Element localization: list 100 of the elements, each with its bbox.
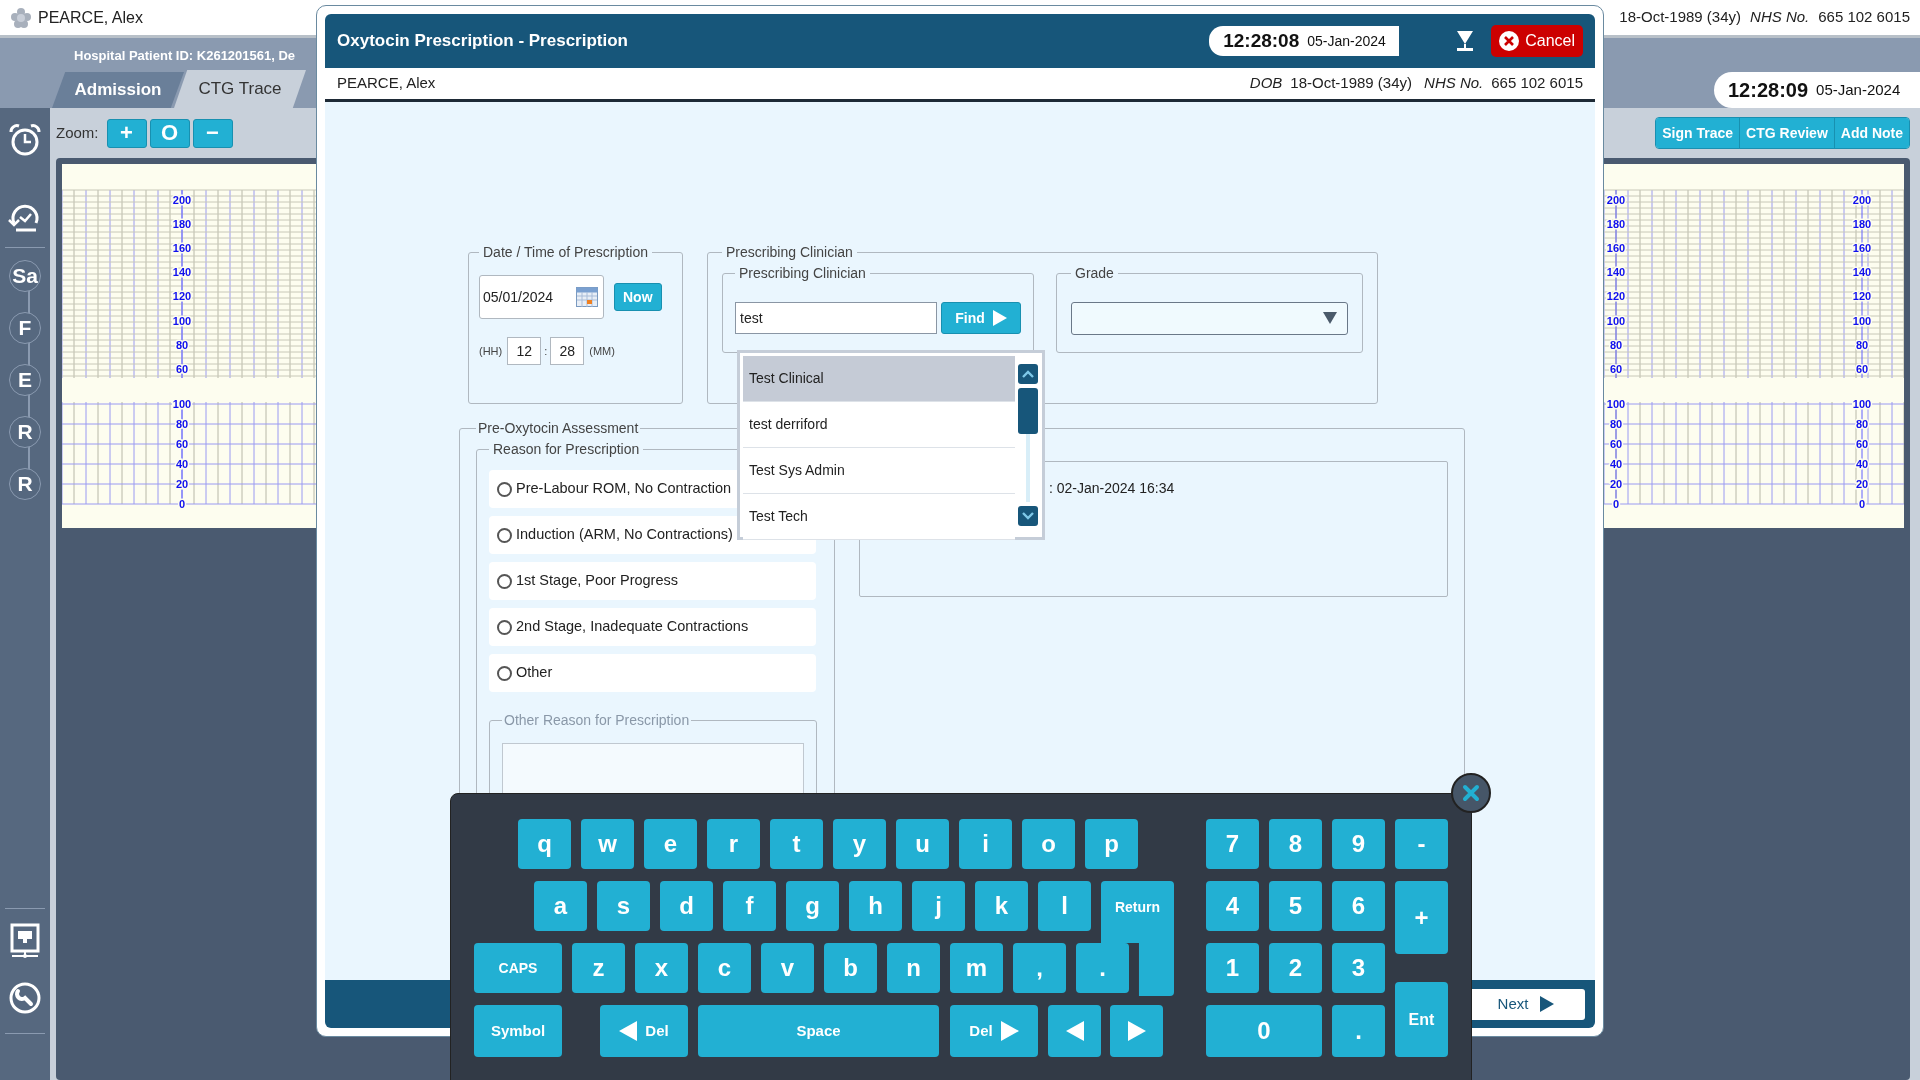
chevron-down-icon [1022,512,1034,520]
key[interactable]: 1 [1206,943,1259,993]
section-marker[interactable]: Sa [9,260,41,292]
now-button[interactable]: Now [614,283,662,311]
trace-action-button[interactable]: Add Note [1833,118,1909,148]
date-field[interactable]: 05/01/2024 [479,275,604,319]
hour-label: (HH) [479,343,503,359]
key[interactable]: u [896,819,949,869]
zoom-button[interactable]: O [149,118,190,148]
clinician-search-field[interactable]: test [735,302,937,334]
trace-action-button[interactable]: CTG Review [1739,118,1834,148]
key[interactable]: z [572,943,625,993]
list-item[interactable]: Test Clinical [743,356,1015,402]
cancel-button[interactable]: Cancel [1491,25,1583,57]
tab[interactable]: Admission [52,72,184,108]
grade-dropdown[interactable] [1071,301,1348,335]
left-arrow-key[interactable] [1048,1005,1101,1057]
monitor-icon[interactable] [10,923,40,959]
key[interactable]: c [698,943,751,993]
axis-label: 40 [175,458,189,470]
section-marker[interactable]: R [9,468,41,500]
option-label: 1st Stage, Poor Progress [516,571,678,591]
hourglass-icon[interactable] [1455,30,1476,52]
radio-icon[interactable] [497,527,512,543]
key[interactable]: 2 [1269,943,1322,993]
key[interactable]: r [707,819,760,869]
axis-label: 60 [1609,438,1623,450]
play-icon [1540,996,1555,1012]
zoom-button[interactable]: + [106,118,147,148]
key[interactable]: f [723,881,776,931]
key[interactable]: v [761,943,814,993]
find-button[interactable]: Find [941,302,1021,334]
axis-label: 140 [172,266,192,279]
key[interactable]: 8 [1269,819,1322,869]
key[interactable]: + [1395,881,1448,954]
key[interactable]: 6 [1332,881,1385,931]
key[interactable]: g [786,881,839,931]
radio-icon[interactable] [497,619,512,635]
key[interactable]: d [660,881,713,931]
key[interactable]: - [1395,819,1448,869]
key[interactable]: . [1332,1005,1385,1057]
right-arrow-key[interactable] [1110,1005,1163,1057]
radio-option[interactable]: 1st Stage, Poor Progress [489,562,816,600]
key[interactable]: n [887,943,940,993]
radio-icon[interactable] [497,665,512,681]
key[interactable]: 7 [1206,819,1259,869]
zoom-label: Zoom: [56,122,99,143]
key[interactable]: 3 [1332,943,1385,993]
key[interactable]: 9 [1332,819,1385,869]
radio-icon[interactable] [497,481,512,497]
key[interactable]: p [1085,819,1138,869]
key[interactable]: a [534,881,587,931]
tab[interactable]: CTG Trace [174,70,306,108]
radio-icon[interactable] [497,573,512,589]
key[interactable]: , [1013,943,1066,993]
key[interactable]: y [833,819,886,869]
key[interactable]: b [824,943,877,993]
symbol-key[interactable]: Symbol [474,1005,562,1057]
alarm-clock-icon[interactable] [8,123,42,157]
axis-label: 80 [1609,338,1623,351]
key[interactable]: m [950,943,1003,993]
delete-key[interactable]: Del [600,1005,688,1057]
nhs-number: 665 102 6015 [1491,73,1583,94]
key[interactable]: k [975,881,1028,931]
key[interactable]: q [518,819,571,869]
section-marker[interactable]: E [9,364,41,396]
key[interactable]: Ent [1395,982,1448,1057]
key[interactable]: . [1076,943,1129,993]
space-key[interactable]: Space [698,1005,939,1057]
key[interactable]: o [1022,819,1075,869]
key[interactable]: 4 [1206,881,1259,931]
key[interactable]: s [597,881,650,931]
key[interactable]: l [1038,881,1091,931]
key[interactable]: w [581,819,634,869]
key[interactable]: 5 [1269,881,1322,931]
section-marker[interactable]: R [9,416,41,448]
caps-key[interactable]: CAPS [474,943,562,993]
key[interactable]: x [635,943,688,993]
key[interactable]: j [912,881,965,931]
section-marker[interactable]: F [9,312,41,344]
scroll-down-button[interactable] [1018,506,1038,526]
scroll-up-button[interactable] [1018,364,1038,384]
axis-label: 20 [1609,478,1623,490]
key[interactable]: 0 [1206,1005,1322,1057]
key[interactable]: e [644,819,697,869]
minute-field[interactable]: 28 [550,337,585,365]
key[interactable]: i [959,819,1012,869]
zoom-button[interactable]: − [192,118,233,148]
axis-label: 200 [172,194,192,206]
clock-time: 12:28:08 [1223,28,1300,53]
delete-key[interactable]: Del [950,1005,1038,1057]
radio-option[interactable]: 2nd Stage, Inadequate Contractions [489,608,816,646]
radio-option[interactable]: Other [489,654,816,692]
history-clock-icon[interactable] [8,203,42,233]
key[interactable]: h [849,881,902,931]
trace-action-button[interactable]: Sign Trace [1656,118,1740,148]
key[interactable]: t [770,819,823,869]
hour-field[interactable]: 12 [507,337,542,365]
wrench-icon[interactable] [8,981,42,1015]
scrollbar-thumb[interactable] [1018,388,1038,434]
